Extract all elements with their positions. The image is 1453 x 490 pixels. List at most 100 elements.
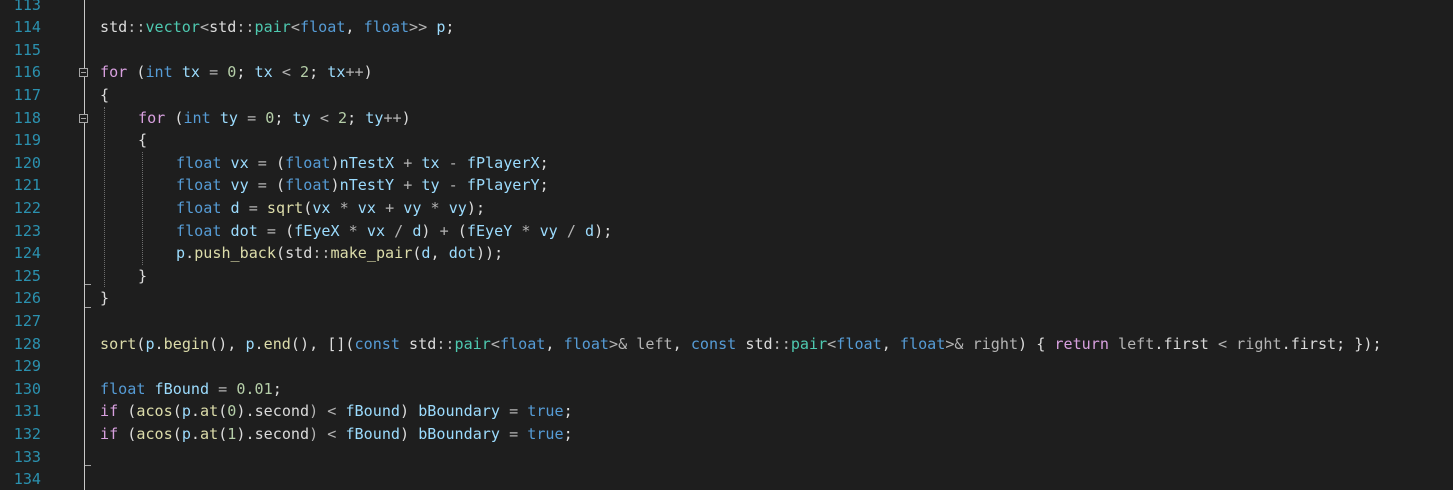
code-line[interactable]: 124 p.push_back(std::make_pair(d, dot)); xyxy=(0,242,1453,265)
code-token: } xyxy=(138,266,148,285)
code-token: . xyxy=(254,334,264,353)
code-token: ) < xyxy=(309,402,346,421)
collapse-toggle-icon[interactable] xyxy=(79,68,88,78)
code-token: ) xyxy=(401,108,411,127)
code-line[interactable]: 131 if (acos(p.at(0).second) < fBound) bB… xyxy=(0,400,1453,423)
code-line[interactable]: 120 float vx = (float)nTestX + tx - fPlay… xyxy=(0,152,1453,175)
code-line[interactable]: 129 xyxy=(0,355,1453,378)
code-token: ; xyxy=(539,153,549,172)
code-token: end xyxy=(263,334,291,353)
code-line[interactable]: 113 xyxy=(0,0,1453,16)
code-text: } xyxy=(138,265,147,288)
code-line[interactable]: 130 float fBound = 0.01; xyxy=(0,378,1453,401)
code-token: * xyxy=(339,221,367,240)
code-token: std xyxy=(100,18,128,37)
code-text: if (acos(p.at(1).second) < fBound) bBoun… xyxy=(100,423,573,446)
code-token: const xyxy=(354,334,400,353)
code-token: { xyxy=(138,131,148,150)
code-token: >> xyxy=(409,18,437,37)
code-line[interactable]: 127 xyxy=(0,310,1453,333)
code-token: float xyxy=(836,334,882,353)
code-token: push_back xyxy=(194,244,276,263)
code-token: d xyxy=(421,244,431,263)
code-token: ( xyxy=(165,108,184,127)
code-token: ( xyxy=(172,402,182,421)
code-token: begin xyxy=(163,334,210,353)
code-line[interactable]: 121 float vy = (float)nTestY + ty - fPlay… xyxy=(0,174,1453,197)
code-text: float vy = (float)nTestY + ty - fPlayerY… xyxy=(176,174,549,197)
line-number: 120 xyxy=(13,153,41,172)
code-token: float xyxy=(285,153,331,172)
code-token: nTestX xyxy=(339,153,395,172)
code-token: = xyxy=(248,153,276,172)
code-token: dot xyxy=(230,221,258,240)
code-token: ). xyxy=(236,424,255,443)
code-token: ( xyxy=(448,221,467,240)
code-token: = xyxy=(209,379,237,398)
code-token: ; xyxy=(309,63,328,82)
code-line[interactable]: 126} xyxy=(0,287,1453,310)
code-token: float xyxy=(176,221,222,240)
code-token: const xyxy=(690,334,737,353)
code-line[interactable]: 123 float dot = (fEyeX * vx / d) + (fEyeY… xyxy=(0,220,1453,243)
code-token: float xyxy=(100,379,146,398)
code-token: vy xyxy=(230,176,249,195)
code-line[interactable]: 115 xyxy=(0,39,1453,62)
code-text: { xyxy=(100,84,109,107)
code-editor[interactable]: 113 114 std::vector<std::pair<float, float… xyxy=(0,0,1453,490)
code-text: p.push_back(std::make_pair(d, dot)); xyxy=(176,242,503,265)
fold-end-marker xyxy=(85,465,91,467)
code-text: float fBound = 0.01; xyxy=(100,378,282,401)
code-token: p xyxy=(145,334,155,353)
code-token: int xyxy=(183,108,211,127)
code-token: * xyxy=(330,198,358,217)
code-token: , xyxy=(545,334,564,353)
code-line[interactable]: 116 for (int tx = 0; tx < 2; tx++) xyxy=(0,61,1453,84)
code-token: * xyxy=(421,198,449,217)
code-line[interactable]: 118 for (int ty = 0; ty < 2; ty++) xyxy=(0,107,1453,130)
code-token: - xyxy=(439,176,467,195)
code-token: acos xyxy=(136,402,173,421)
code-token: / xyxy=(557,221,586,240)
code-token: bBoundary xyxy=(418,402,500,421)
code-line[interactable]: 122 float d = sqrt(vx * vx + vy * vy); xyxy=(0,197,1453,220)
code-token: < xyxy=(827,334,837,353)
code-token: + xyxy=(394,153,422,172)
code-line[interactable]: 132 if (acos(p.at(1).second) < fBound) bB… xyxy=(0,423,1453,446)
code-line[interactable]: 128 sort(p.begin(), p.end(), [](const std… xyxy=(0,333,1453,356)
code-token: ( xyxy=(303,198,313,217)
code-token: float xyxy=(899,334,946,353)
code-token: ; xyxy=(272,379,282,398)
code-token: :: xyxy=(772,334,791,353)
code-line[interactable]: 133 xyxy=(0,446,1453,469)
code-token: ; xyxy=(563,402,573,421)
code-text: for (int tx = 0; tx < 2; tx++) xyxy=(100,61,373,84)
collapse-toggle-icon[interactable] xyxy=(79,113,88,123)
code-token: ; }); xyxy=(1336,334,1382,353)
code-token: ; xyxy=(445,18,455,37)
code-token: vy xyxy=(539,221,558,240)
code-token: >& xyxy=(609,334,637,353)
line-number: 124 xyxy=(13,244,41,263)
code-token: :: xyxy=(312,244,331,263)
code-line[interactable]: 119 { xyxy=(0,129,1453,152)
code-token: if xyxy=(100,402,119,421)
code-token: < xyxy=(290,18,300,37)
line-number: 127 xyxy=(13,311,41,330)
code-token: vx xyxy=(366,221,386,240)
code-token: right xyxy=(1236,334,1282,353)
code-token: . xyxy=(1281,334,1291,353)
code-token: ) < xyxy=(309,424,346,443)
code-token: ) { xyxy=(1018,334,1055,353)
code-token: . xyxy=(154,334,164,353)
code-line[interactable]: 114 std::vector<std::pair<float, float>> … xyxy=(0,16,1453,39)
code-line[interactable]: 125} xyxy=(0,265,1453,288)
code-line[interactable]: 117 { xyxy=(0,84,1453,107)
code-line[interactable]: 134 xyxy=(0,468,1453,490)
code-token: ; xyxy=(274,108,293,127)
code-token: float xyxy=(499,334,546,353)
